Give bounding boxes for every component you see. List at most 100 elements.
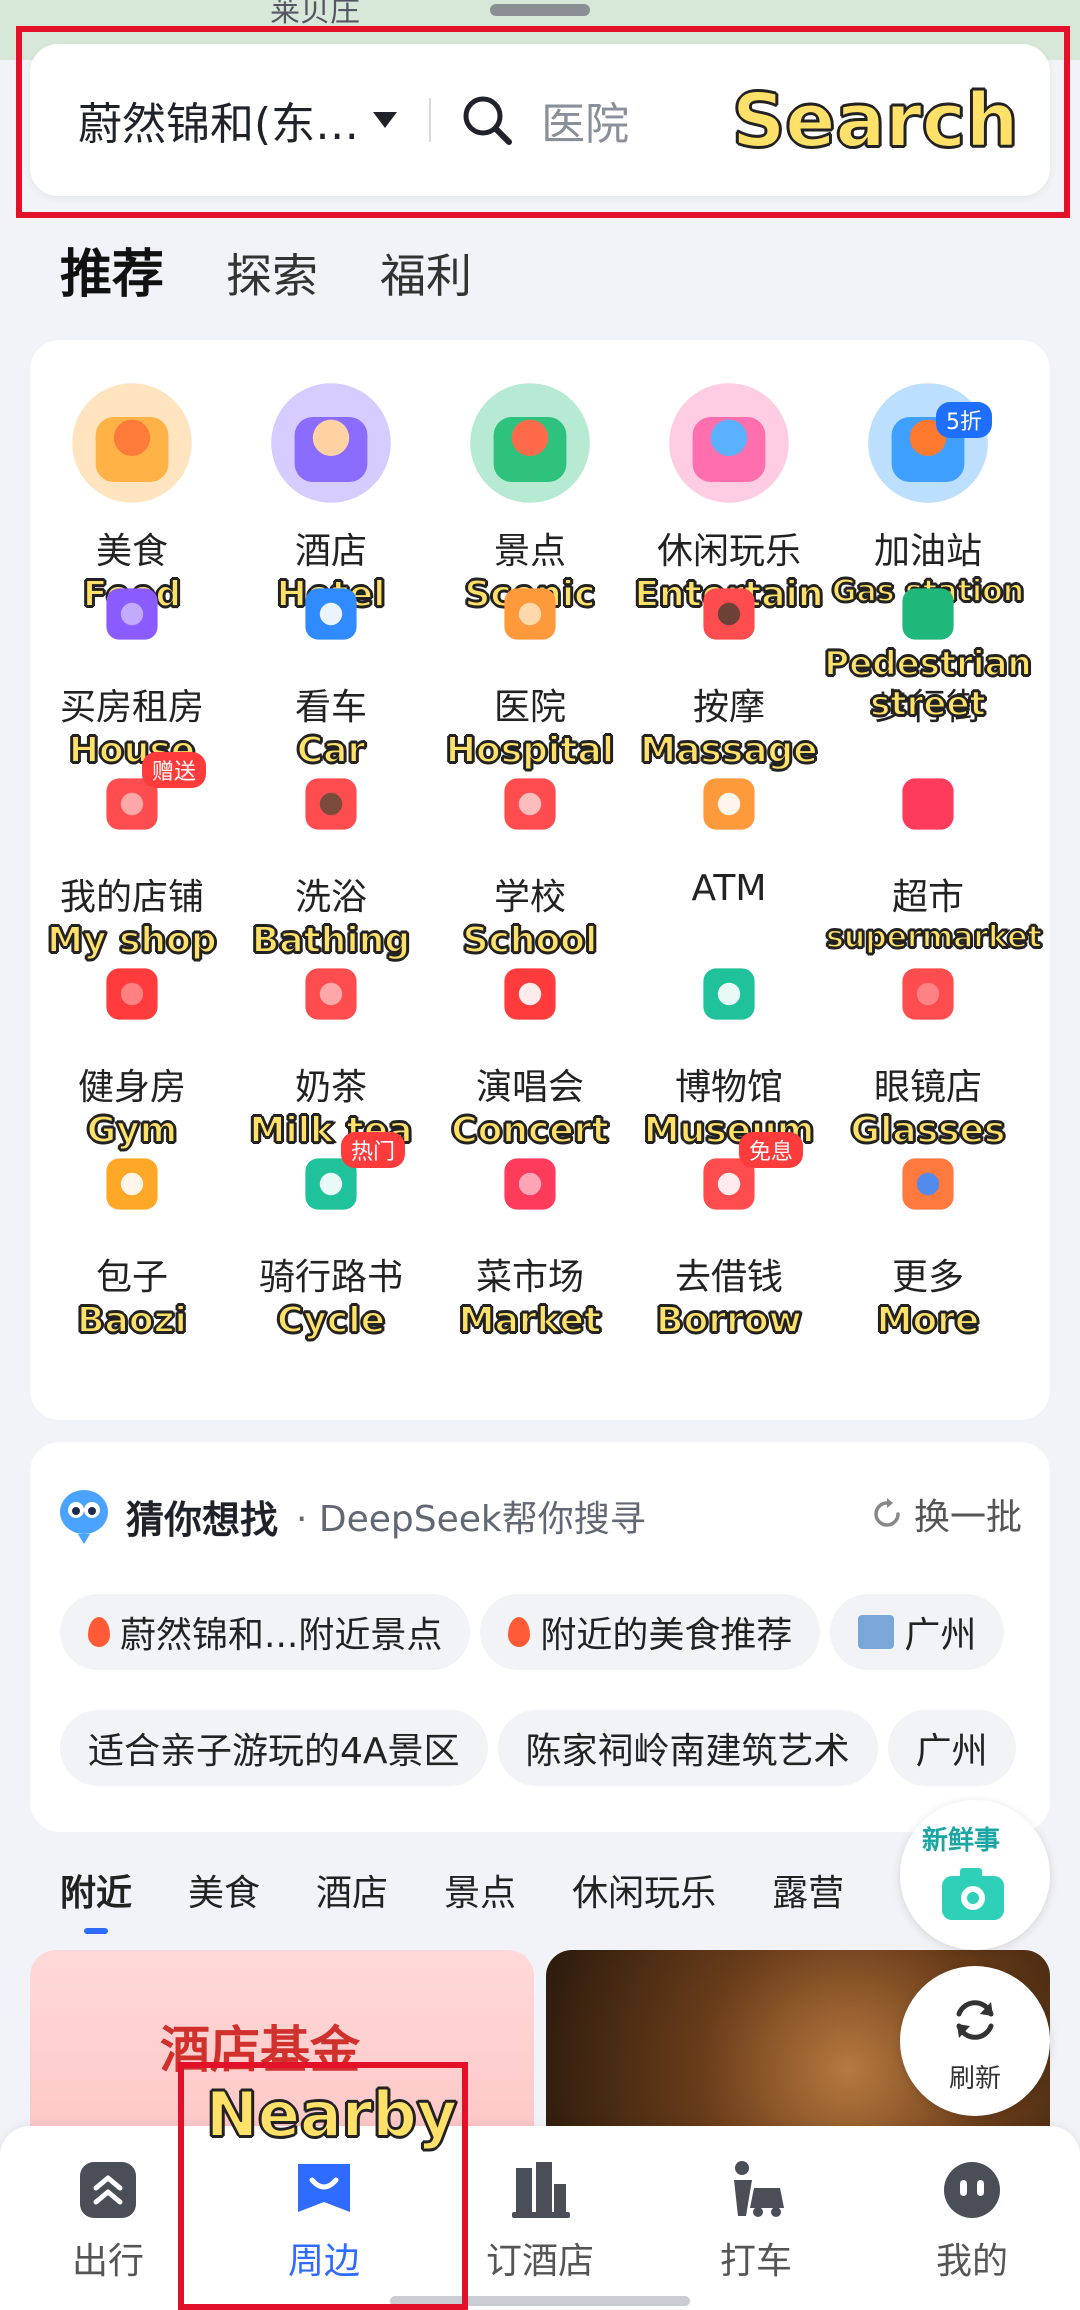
suggestion-row-1: 蔚然锦和...附近景点 附近的美食推荐 广州 <box>60 1594 1005 1670</box>
category-car[interactable]: 看车 Car <box>229 568 433 772</box>
category-pedestrian-street[interactable]: 步行街 Pedestrian street <box>823 568 1033 728</box>
hotel-building-icon <box>512 2162 570 2218</box>
guess-subtitle: · DeepSeek帮你搜寻 <box>296 1499 646 1540</box>
category-supermarket[interactable]: 超市 supermarket <box>825 758 1043 956</box>
category-house[interactable]: 买房租房 House <box>30 568 234 772</box>
whats-new-label: 新鲜事 <box>922 1826 1001 1856</box>
annotation-search-label: Search <box>731 77 1019 165</box>
profile-icon <box>944 2162 1000 2218</box>
tab-nearby[interactable]: 附近 <box>60 1864 132 1934</box>
travel-icon <box>80 2162 136 2218</box>
category-concert[interactable]: 演唱会 Concert <box>428 948 632 1152</box>
change-batch-label: 换一批 <box>913 1497 1022 1538</box>
category-label: 演唱会 <box>475 1067 584 1108</box>
category-label: 按摩 <box>692 687 765 728</box>
tab-scenic[interactable]: 景点 <box>444 1864 516 1916</box>
annotation-nearby-label: Nearby <box>205 2077 458 2152</box>
category-label: 酒店 <box>294 531 367 572</box>
category-milk-tea[interactable]: 奶茶 Milk tea <box>229 948 433 1152</box>
chip-label: 蔚然锦和...附近景点 <box>120 1615 443 1656</box>
category-label: 医院 <box>493 687 566 728</box>
category-label: 健身房 <box>77 1067 186 1108</box>
category-english-annotation: Baozi <box>76 1299 188 1342</box>
category-label: 奶茶 <box>294 1067 367 1108</box>
category-bathing[interactable]: 洗浴 Bathing <box>229 758 433 962</box>
chip-label: 广州 <box>904 1615 977 1656</box>
tab-hotel[interactable]: 酒店 <box>316 1864 388 1916</box>
category-school[interactable]: 学校 School <box>428 758 632 962</box>
category-tabs: 附近 美食 酒店 景点 休闲玩乐 露营 <box>60 1864 844 1934</box>
dumbbell-icon <box>106 968 158 1020</box>
category-glasses[interactable]: 眼镜店 Glasses <box>826 948 1030 1152</box>
gamepad-icon <box>669 383 789 503</box>
guess-title: 猜你想找 <box>126 1497 279 1542</box>
category-gym[interactable]: 健身房 Gym <box>30 948 234 1152</box>
speaker-icon <box>504 968 556 1020</box>
chip-label: 适合亲子游玩的4A景区 <box>88 1731 460 1772</box>
category-baozi[interactable]: 包子 Baozi <box>30 1138 234 1342</box>
suggestion-chip[interactable]: 广州 <box>887 1710 1016 1786</box>
glasses-icon <box>902 968 954 1020</box>
category-label: 去借钱 <box>674 1257 783 1298</box>
category-atm[interactable]: ATM <box>627 758 831 909</box>
tab-recommend[interactable]: 推荐 <box>60 232 164 307</box>
category-hospital[interactable]: 医院 Hospital <box>428 568 632 772</box>
nav-profile[interactable]: 我的 <box>864 2158 1080 2284</box>
house-search-icon <box>106 588 158 640</box>
camera-icon <box>942 1868 1004 1920</box>
category-massage[interactable]: 按摩 Massage <box>627 568 831 772</box>
category-badge: 5折 <box>936 402 992 438</box>
suggestion-chip[interactable]: 蔚然锦和...附近景点 <box>60 1594 471 1670</box>
category-label: 洗浴 <box>294 877 367 918</box>
category-badge: 赠送 <box>142 752 207 788</box>
tab-camping[interactable]: 露营 <box>772 1864 844 1916</box>
category-label: 骑行路书 <box>258 1257 403 1298</box>
tab-explore[interactable]: 探索 <box>226 240 318 306</box>
category-my-shop[interactable]: 赠送 我的店铺 My shop <box>30 752 234 962</box>
category-market[interactable]: 菜市场 Market <box>428 1138 632 1342</box>
suggestion-chip[interactable]: 广州 <box>830 1594 1005 1670</box>
graduation-cap-icon <box>504 778 556 830</box>
hot-flame-icon <box>88 1617 110 1647</box>
category-label: 包子 <box>95 1257 168 1298</box>
category-borrow[interactable]: 免息去借钱 Borrow <box>627 1132 831 1342</box>
category-english-annotation: Cycle <box>276 1299 386 1342</box>
category-more[interactable]: 更多 More <box>826 1138 1030 1342</box>
category-english-annotation: Borrow <box>655 1299 803 1342</box>
shopping-cart-icon <box>902 778 954 830</box>
suggestion-row-2: 适合亲子游玩的4A景区 陈家祠岭南建筑艺术 广州 <box>60 1710 1016 1786</box>
category-badge: 免息 <box>739 1132 804 1168</box>
category-english-annotation: More <box>876 1299 981 1342</box>
refresh-icon <box>956 2000 994 2040</box>
bath-icon <box>305 778 357 830</box>
tab-food[interactable]: 美食 <box>188 1864 260 1916</box>
category-english-annotation: Pedestrian street <box>823 643 1032 725</box>
category-label: 景点 <box>493 531 566 572</box>
suggestion-chip[interactable]: 适合亲子游玩的4A景区 <box>60 1710 488 1786</box>
milk-tea-icon <box>305 968 357 1020</box>
refresh-button[interactable]: 刷新 <box>900 1966 1050 2116</box>
nav-taxi[interactable]: 打车 <box>648 2158 864 2284</box>
category-cycle[interactable]: 热门 骑行路书 Cycle <box>229 1132 433 1342</box>
whats-new-button[interactable]: 新鲜事 <box>900 1800 1050 1950</box>
taxi-icon <box>734 2161 784 2217</box>
basket-icon <box>504 1158 556 1210</box>
hot-flame-icon <box>508 1617 531 1647</box>
palace-icon <box>470 383 590 503</box>
category-label: 看车 <box>294 687 367 728</box>
suggestion-chip[interactable]: 陈家祠岭南建筑艺术 <box>497 1710 878 1786</box>
chip-label: 附近的美食推荐 <box>540 1615 793 1656</box>
museum-icon <box>703 968 755 1020</box>
guess-subtitle-text: DeepSeek帮你搜寻 <box>318 1499 646 1540</box>
nav-label: 我的 <box>935 2241 1008 2282</box>
change-batch-button[interactable]: 换一批 <box>870 1488 1022 1540</box>
category-label: 眼镜店 <box>873 1067 982 1108</box>
tab-welfare[interactable]: 福利 <box>380 240 472 306</box>
category-label: 超市 <box>891 877 964 918</box>
guess-card: 猜你想找 · DeepSeek帮你搜寻 换一批 蔚然锦和...附近景点 附近的美… <box>30 1442 1050 1832</box>
suggestion-chip[interactable]: 附近的美食推荐 <box>480 1594 821 1670</box>
category-museum[interactable]: 博物馆 Museum <box>627 948 831 1152</box>
tab-leisure[interactable]: 休闲玩乐 <box>572 1864 716 1916</box>
drag-handle[interactable] <box>490 4 590 16</box>
category-label: 博物馆 <box>674 1067 783 1108</box>
